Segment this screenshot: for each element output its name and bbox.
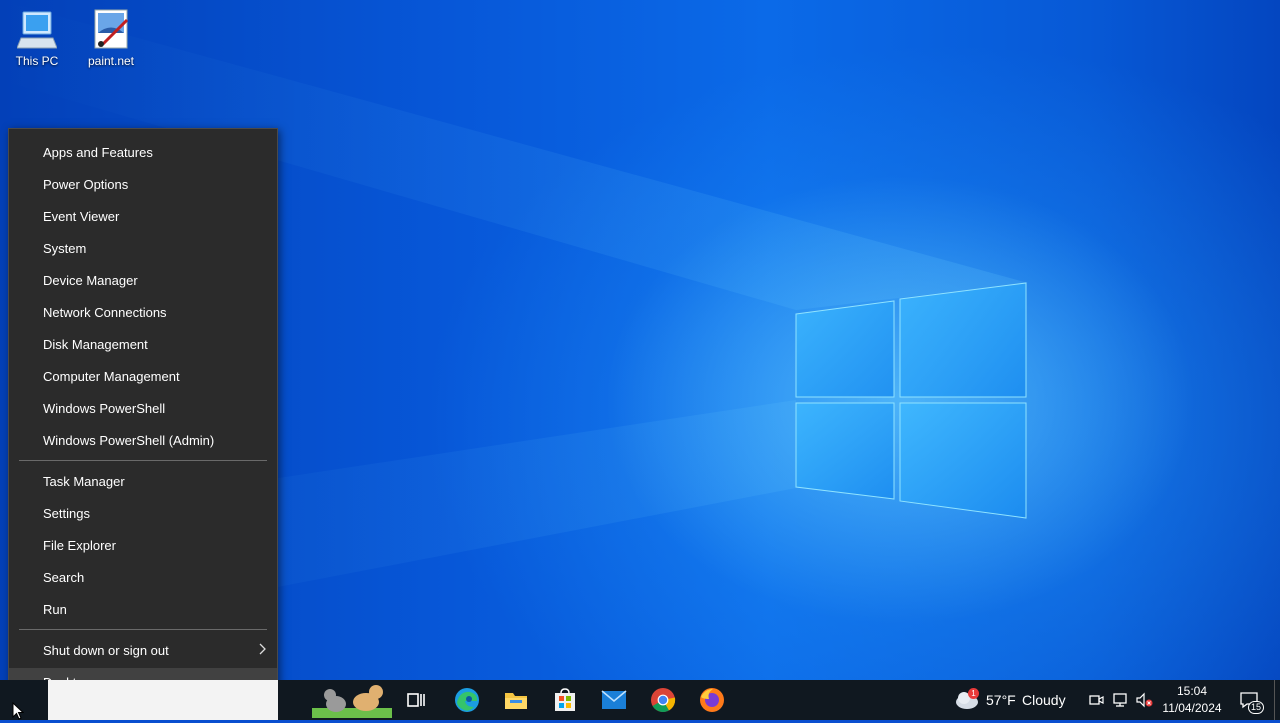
- menu-item-shut-down-or-sign-out[interactable]: Shut down or sign out: [9, 636, 277, 666]
- edge-icon: [455, 688, 479, 712]
- menu-item-label: File Explorer: [43, 538, 116, 553]
- menu-item-label: Task Manager: [43, 474, 125, 489]
- menu-item-power-options[interactable]: Power Options: [9, 170, 277, 200]
- taskbar-clock[interactable]: 15:04 11/04/2024: [1156, 683, 1228, 717]
- menu-item-windows-powershell-admin[interactable]: Windows PowerShell (Admin): [9, 426, 277, 456]
- notification-count: 15: [1250, 702, 1261, 712]
- menu-separator: [19, 460, 267, 461]
- chrome-icon: [651, 688, 676, 713]
- weather-badge-count: 1: [971, 689, 976, 698]
- tray-volume[interactable]: [1130, 684, 1158, 716]
- menu-item-search[interactable]: Search: [9, 563, 277, 593]
- menu-item-computer-management[interactable]: Computer Management: [9, 362, 277, 392]
- taskbar-task-view[interactable]: [400, 684, 432, 716]
- start-button[interactable]: [0, 680, 48, 720]
- menu-item-label: Windows PowerShell (Admin): [43, 433, 215, 448]
- menu-item-label: Disk Management: [43, 337, 148, 352]
- menu-item-label: System: [43, 241, 87, 256]
- menu-item-run[interactable]: Run: [9, 595, 277, 625]
- clock-date: 11/04/2024: [1162, 701, 1222, 715]
- pets-icon: [312, 685, 392, 718]
- taskbar-file-explorer[interactable]: [500, 684, 532, 716]
- menu-separator: [19, 629, 267, 630]
- chevron-right-icon: [259, 636, 267, 666]
- taskbar-pets-widget[interactable]: [312, 682, 392, 718]
- menu-item-apps-and-features[interactable]: Apps and Features: [9, 138, 277, 168]
- taskbar-firefox[interactable]: [696, 684, 728, 716]
- taskbar-search-box[interactable]: [48, 680, 278, 720]
- menu-item-label: Event Viewer: [43, 209, 120, 224]
- camera-icon: [1089, 695, 1104, 705]
- computer-icon: [16, 8, 58, 52]
- weather-widget[interactable]: 1 57°F Cloudy: [954, 680, 1070, 720]
- taskbar-chrome[interactable]: [647, 684, 679, 716]
- menu-item-label: Settings: [43, 506, 90, 521]
- taskbar-edge[interactable]: [451, 684, 483, 716]
- menu-item-label: Search: [43, 570, 85, 585]
- menu-item-label: Windows PowerShell: [43, 401, 166, 416]
- taskbar-store[interactable]: [549, 684, 581, 716]
- weather-condition: Cloudy: [1022, 692, 1066, 708]
- menu-item-file-explorer[interactable]: File Explorer: [9, 531, 277, 561]
- network-icon: [1113, 693, 1127, 707]
- desktop-icon-label: This PC: [15, 54, 59, 68]
- mail-icon: [601, 690, 627, 709]
- menu-item-event-viewer[interactable]: Event Viewer: [9, 202, 277, 232]
- firefox-icon: [700, 688, 724, 712]
- menu-item-label: Apps and Features: [43, 145, 153, 160]
- task-view-icon: [407, 693, 425, 707]
- mouse-cursor-icon: [12, 702, 24, 720]
- winx-context-menu: Apps and Features Power Options Event View…: [8, 128, 278, 708]
- clock-time: 15:04: [1176, 684, 1208, 698]
- show-desktop-button[interactable]: [1274, 680, 1280, 720]
- volume-muted-icon: [1136, 692, 1153, 708]
- store-icon: [555, 688, 575, 711]
- menu-item-label: Device Manager: [43, 273, 138, 288]
- notification-count-badge: 15: [1247, 701, 1264, 714]
- menu-item-label: Network Connections: [43, 305, 167, 320]
- weather-temperature: 57°F: [986, 692, 1016, 708]
- menu-item-disk-management[interactable]: Disk Management: [9, 330, 277, 360]
- desktop-icon-paintnet[interactable]: paint.net: [76, 8, 146, 68]
- paintnet-icon: [91, 8, 131, 52]
- menu-item-windows-powershell[interactable]: Windows PowerShell: [9, 394, 277, 424]
- menu-item-label: Power Options: [43, 177, 129, 192]
- desktop-icon-label: paint.net: [87, 54, 135, 68]
- menu-item-label: Run: [43, 602, 67, 617]
- menu-item-network-connections[interactable]: Network Connections: [9, 298, 277, 328]
- menu-item-device-manager[interactable]: Device Manager: [9, 266, 277, 296]
- menu-item-label: Computer Management: [43, 369, 180, 384]
- weather-alert-badge: 1: [968, 688, 979, 699]
- menu-item-label: Shut down or sign out: [43, 643, 169, 658]
- desktop-icon-this-pc[interactable]: This PC: [2, 8, 72, 68]
- menu-item-settings[interactable]: Settings: [9, 499, 277, 529]
- notification-center-button[interactable]: 15: [1234, 684, 1264, 716]
- menu-item-task-manager[interactable]: Task Manager: [9, 467, 277, 497]
- folder-icon: [505, 693, 527, 709]
- taskbar-mail[interactable]: [598, 684, 630, 716]
- menu-item-system[interactable]: System: [9, 234, 277, 264]
